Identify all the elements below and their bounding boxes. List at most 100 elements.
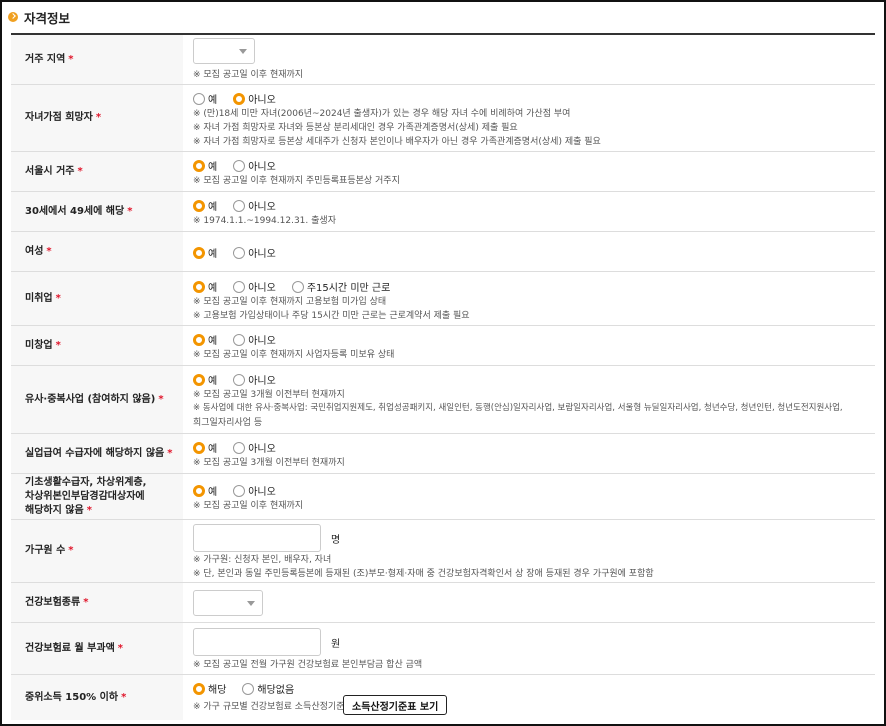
radio-label: 예: [208, 202, 218, 213]
required-mark: *: [55, 339, 61, 351]
radio-label: 예: [208, 95, 218, 106]
radio-no[interactable]: 아니오: [233, 483, 276, 498]
label-text: 유사·중복사업 (참여하지 않음): [25, 393, 156, 405]
row-value: 예 아니오: [193, 232, 875, 271]
required-mark: *: [46, 245, 52, 257]
row-label: 여성 *: [11, 232, 183, 271]
radio-yes[interactable]: 예: [193, 440, 217, 455]
label-text: 해당하지 않음: [25, 504, 84, 516]
label-text: 건강보험종류: [25, 596, 81, 608]
insurance-type-select[interactable]: [193, 590, 263, 616]
radio-unselected-icon: [233, 159, 246, 172]
radio-yes[interactable]: 예: [193, 245, 217, 260]
radio-unselected-icon: [291, 280, 304, 293]
radio-no[interactable]: 아니오: [233, 279, 276, 294]
radio-yes[interactable]: 예: [193, 91, 217, 106]
radio-label: 아니오: [248, 249, 276, 260]
radio-not-applicable[interactable]: 해당없음: [242, 681, 294, 696]
note: 희그일자리사업 등: [193, 418, 263, 428]
note: ※ 단, 본인과 동일 주민등록등본에 등재된 (조)부모·형제·자매 중 건강…: [193, 569, 654, 579]
required-mark: *: [95, 112, 102, 123]
radio-no[interactable]: 아니오: [233, 440, 276, 455]
required-mark: *: [127, 205, 133, 217]
row-value: 예 아니오 ※ 모집 공고일 이후 현재까지 주민등록표등본상 거주지: [193, 152, 875, 191]
row-household-size: 가구원 수 * 명 ※ 가구원: 신청자 본인, 배우자, 자녀 ※ 단, 본인과…: [11, 520, 875, 583]
row-unemployment-benefit: 실업급여 수급자에 해당하지 않음 * 예 아니오 ※ 모집 공고일 3개월 이전…: [11, 434, 875, 474]
radio-group: 예 아니오: [193, 198, 292, 213]
required-mark: *: [121, 691, 127, 703]
section-title: 자격정보: [24, 10, 71, 26]
radio-yes[interactable]: 예: [193, 158, 217, 173]
row-label: 미창업 *: [11, 326, 183, 365]
row-label: 건강보험종류 *: [11, 583, 183, 622]
radio-unselected-icon: [242, 682, 255, 695]
region-select[interactable]: [193, 38, 255, 64]
radio-group: 예 아니오: [193, 91, 292, 106]
required-mark: *: [117, 642, 123, 654]
row-median-income: 중위소득 150% 이하 * 해당 해당없음 ※ 가구 규모별 건강보험료 소득산…: [11, 675, 875, 720]
radio-label: 아니오: [248, 376, 276, 387]
row-health-insurance-type: 건강보험종류 *: [11, 583, 875, 623]
radio-yes[interactable]: 예: [193, 198, 217, 213]
radio-label: 예: [208, 249, 218, 260]
radio-label: 아니오: [248, 283, 276, 294]
radio-group: 해당 해당없음: [193, 681, 310, 696]
radio-label: 예: [208, 336, 218, 347]
radio-no[interactable]: 아니오: [233, 198, 276, 213]
premium-input[interactable]: [193, 628, 321, 656]
radio-yes[interactable]: 예: [193, 483, 217, 498]
note: ※ 모집 공고일 전월 가구원 건강보험료 본인부담금 합산 금액: [193, 660, 423, 670]
household-size-input[interactable]: [193, 524, 321, 552]
radio-selected-icon: [193, 682, 205, 695]
radio-no[interactable]: 아니오: [233, 91, 276, 106]
radio-label: 해당없음: [257, 685, 295, 696]
radio-label: 예: [208, 487, 218, 498]
radio-applicable[interactable]: 해당: [193, 681, 226, 696]
label-text: 서울시 거주: [25, 165, 75, 177]
radio-group: 예 아니오: [193, 440, 292, 455]
row-value: 예 아니오 ※ 모집 공고일 이후 현재까지 사업자등록 미보유 상태: [193, 326, 875, 365]
label-text: 가구원 수: [25, 545, 66, 556]
row-label: 거주 지역 *: [11, 35, 183, 84]
row-residence-region: 거주 지역 * ※ 모집 공고일 이후 현재까지: [11, 35, 875, 85]
radio-group: 예 아니오: [193, 332, 292, 347]
radio-label: 예: [208, 162, 218, 173]
label-text: 거주 지역: [25, 53, 66, 65]
note: ※ 자녀 가점 희망자로 등본상 세대주가 신청자 본인이나 배우자가 아닌 경…: [193, 137, 601, 147]
radio-label: 주15시간 미만 근로: [306, 283, 391, 294]
note: ※ 모집 공고일 이후 현재까지 고용보험 미가입 상태: [193, 297, 387, 307]
radio-no[interactable]: 아니오: [233, 332, 276, 347]
label-text: 중위소득 150% 이하: [25, 691, 119, 703]
form-frame: 자격정보 거주 지역 * ※ 모집 공고일 이후 현재까지 자녀가점 희망자 * 예…: [0, 0, 886, 726]
radio-yes[interactable]: 예: [193, 332, 217, 347]
required-mark: *: [68, 545, 74, 556]
row-label: 중위소득 150% 이하 *: [11, 675, 183, 720]
row-no-startup: 미창업 * 예 아니오 ※ 모집 공고일 이후 현재까지 사업자등록 미보유 상태: [11, 326, 875, 366]
label-text: 기초생활수급자, 차상위계층,: [25, 476, 147, 488]
radio-no[interactable]: 아니오: [233, 245, 276, 260]
note: ※ 가구 규모별 건강보험료 소득산정기준:: [193, 702, 348, 712]
required-mark: *: [167, 447, 173, 459]
radio-yes[interactable]: 예: [193, 279, 217, 294]
radio-group: 예 아니오: [193, 245, 292, 260]
row-value: 예 아니오 ※ 모집 공고일 3개월 이전부터 현재까지 ※ 동사업에 대한 유…: [193, 366, 875, 433]
income-table-button[interactable]: 소득산정기준표 보기: [343, 695, 448, 715]
radio-yes[interactable]: 예: [193, 372, 217, 387]
row-seoul-resident: 서울시 거주 * 예 아니오 ※ 모집 공고일 이후 현재까지 주민등록표등본상 …: [11, 152, 875, 192]
radio-no[interactable]: 아니오: [233, 372, 276, 387]
note: ※ 자녀 가점 희망자로 자녀와 등본상 분리세대인 경우 가족관계증명서(상세…: [193, 123, 518, 133]
radio-label: 예: [208, 376, 218, 387]
row-value: 예 아니오 ※ 모집 공고일 3개월 이전부터 현재까지: [193, 434, 875, 473]
row-unemployed: 미취업 * 예 아니오 주15시간 미만 근로 ※ 모집 공고일 이후 현재까지 …: [11, 272, 875, 326]
row-child-bonus: 자녀가점 희망자 * 예 아니오 ※ (만)18세 미만 자녀(2006년~202…: [11, 85, 875, 152]
note: ※ 모집 공고일 이후 현재까지 주민등록표등본상 거주지: [193, 176, 400, 186]
row-label: 건강보험료 월 부과액 *: [11, 623, 183, 674]
radio-no[interactable]: 아니오: [233, 158, 276, 173]
radio-label: 해당: [208, 685, 227, 696]
chevron-down-icon: [239, 49, 247, 54]
row-insurance-premium: 건강보험료 월 부과액 * 원 ※ 모집 공고일 전월 가구원 건강보험료 본인부…: [11, 623, 875, 675]
radio-under-15h[interactable]: 주15시간 미만 근로: [291, 279, 391, 294]
radio-selected-icon: [193, 484, 205, 497]
label-text: 건강보험료 월 부과액: [25, 642, 115, 654]
check-circle-icon: [8, 12, 18, 22]
